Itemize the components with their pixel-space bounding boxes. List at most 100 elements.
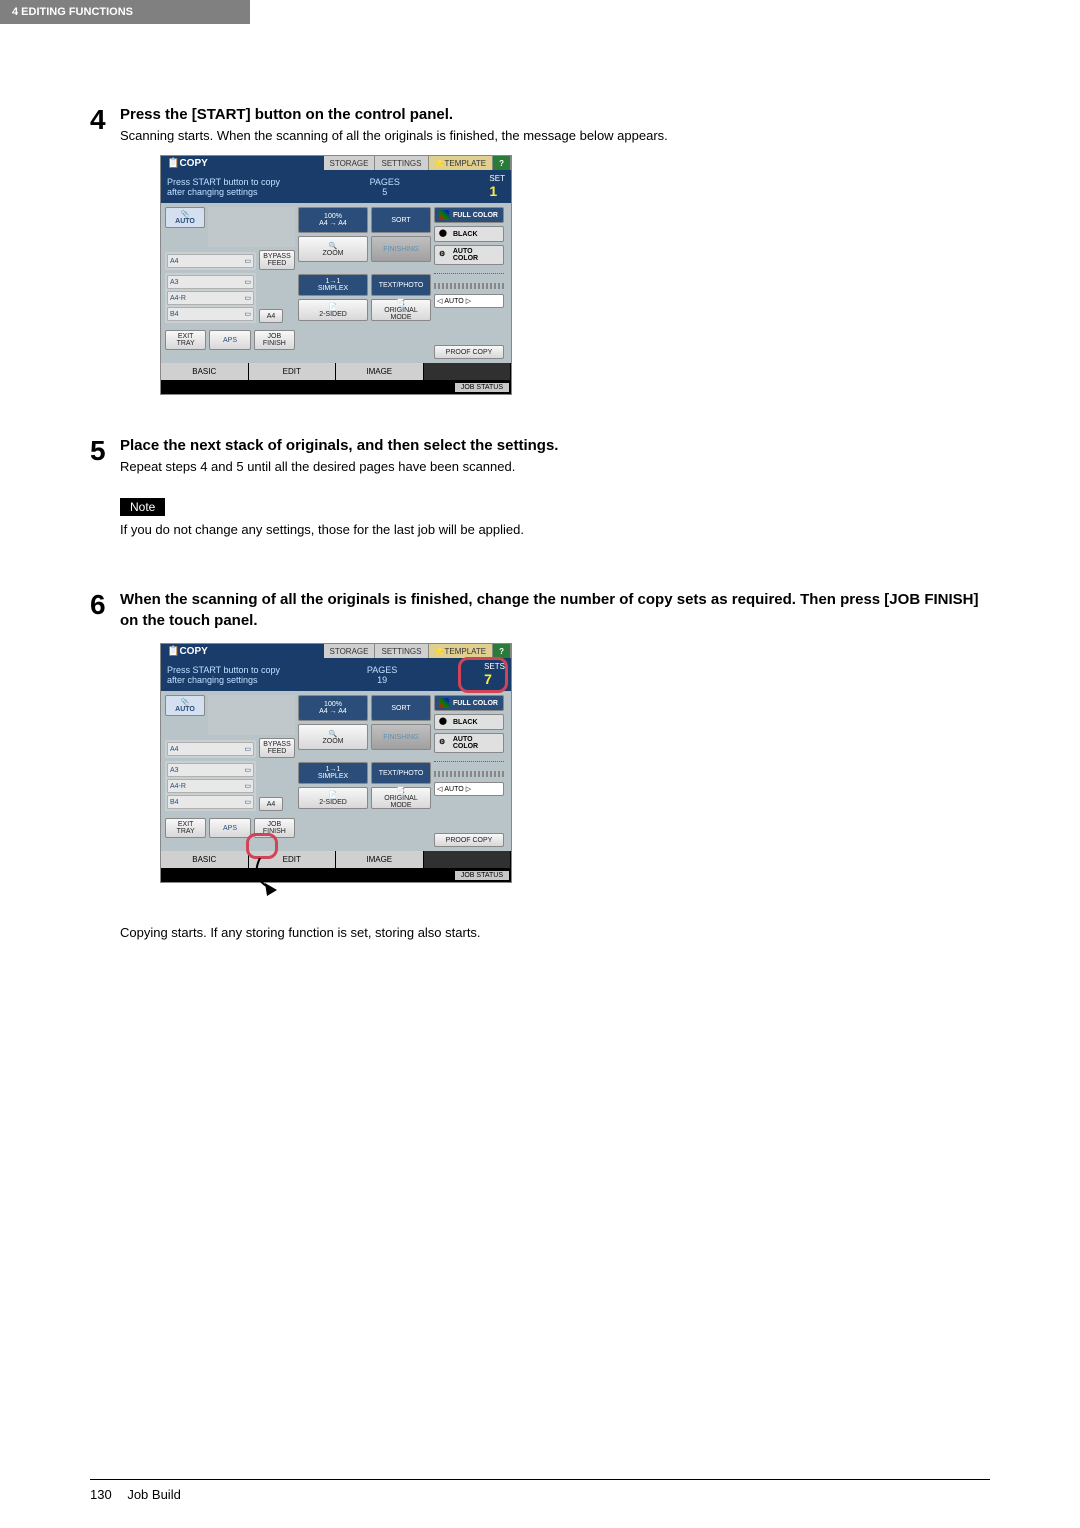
- exit-tray-button[interactable]: EXIT TRAY: [165, 330, 206, 350]
- original-mode-button[interactable]: 📑ORIGINAL MODE: [371, 299, 431, 321]
- tray-a4-small[interactable]: A4: [259, 797, 283, 811]
- step-text: Repeat steps 4 and 5 until all the desir…: [120, 459, 990, 474]
- simplex-display: 1→1 SIMPLEX: [298, 762, 368, 784]
- bottom-tab-edit[interactable]: EDIT: [249, 363, 337, 380]
- copier-panel-screenshot-1: 📋 COPY STORAGE SETTINGS ⭐TEMPLATE ? Pres…: [160, 155, 512, 395]
- set-indicator: SET 1: [489, 174, 505, 199]
- tab-copy-label: COPY: [179, 158, 207, 169]
- aps-button[interactable]: APS: [209, 330, 250, 350]
- tab-template-label: TEMPLATE: [444, 159, 486, 168]
- tab-storage[interactable]: STORAGE: [324, 156, 376, 170]
- tab-copy-label: COPY: [179, 646, 207, 657]
- tab-template-label: TEMPLATE: [444, 647, 486, 656]
- page-footer: 130 Job Build: [90, 1487, 181, 1502]
- density-auto[interactable]: ◁ AUTO ▷: [434, 782, 504, 796]
- highlight-job-finish: [246, 833, 278, 859]
- highlight-sets: [458, 657, 508, 693]
- step-number: 4: [90, 104, 120, 395]
- tray-a4[interactable]: A4▭: [167, 254, 254, 268]
- bottom-tab-image[interactable]: IMAGE: [336, 363, 424, 380]
- paper-preview: [208, 695, 295, 735]
- help-button[interactable]: ?: [493, 644, 511, 658]
- exit-tray-button[interactable]: EXIT TRAY: [165, 818, 206, 838]
- status-message: Press START button to copy after changin…: [167, 177, 280, 197]
- step-5: 5 Place the next stack of originals, and…: [90, 435, 990, 549]
- zoom-button[interactable]: 🔍ZOOM: [298, 236, 368, 262]
- note-text: If you do not change any settings, those…: [120, 522, 990, 537]
- step-after-text: Copying starts. If any storing function …: [120, 925, 990, 940]
- auto-color-button[interactable]: ⚙AUTO COLOR: [434, 733, 504, 753]
- zoom-display: 100% A4 → A4: [298, 695, 368, 721]
- step-4: 4 Press the [START] button on the contro…: [90, 104, 990, 395]
- step-heading: Press the [START] button on the control …: [120, 104, 990, 125]
- textphoto-display: TEXT/PHOTO: [371, 274, 431, 296]
- page-number: 130: [90, 1487, 112, 1502]
- sort-display: SORT: [371, 695, 431, 721]
- tab-settings[interactable]: SETTINGS: [375, 644, 428, 658]
- paper-preview: [208, 207, 295, 247]
- bottom-tab-image[interactable]: IMAGE: [336, 851, 424, 868]
- sort-display: SORT: [371, 207, 431, 233]
- bypass-feed-button[interactable]: BYPASS FEED: [259, 250, 295, 270]
- note-label: Note: [120, 498, 165, 516]
- tray-a4[interactable]: A4▭: [167, 742, 254, 756]
- proof-copy-button[interactable]: PROOF COPY: [434, 833, 504, 847]
- density-auto[interactable]: ◁ AUTO ▷: [434, 294, 504, 308]
- tab-template[interactable]: ⭐TEMPLATE: [429, 644, 494, 658]
- pages-indicator: PAGES 19: [367, 665, 397, 685]
- bottom-tab-empty: [424, 851, 512, 868]
- tray-a3[interactable]: A3▭: [167, 275, 254, 289]
- bottom-tab-basic[interactable]: BASIC: [161, 363, 249, 380]
- status-message: Press START button to copy after changin…: [167, 665, 280, 685]
- step-heading: When the scanning of all the originals i…: [120, 589, 990, 631]
- aps-button[interactable]: APS: [209, 818, 250, 838]
- job-status-button[interactable]: JOB STATUS: [455, 383, 509, 392]
- tray-a4-small[interactable]: A4: [259, 309, 283, 323]
- step-text: Scanning starts. When the scanning of al…: [120, 128, 990, 143]
- tab-settings[interactable]: SETTINGS: [375, 156, 428, 170]
- tray-a4r[interactable]: A4-R▭: [167, 779, 254, 793]
- tab-template[interactable]: ⭐TEMPLATE: [429, 156, 494, 170]
- tray-b4[interactable]: B4▭: [167, 795, 254, 809]
- 2sided-button[interactable]: 📄2-SIDED: [298, 787, 368, 809]
- full-color-button[interactable]: FULL COLOR: [434, 695, 504, 711]
- finishing-button[interactable]: FINISHING: [371, 724, 431, 750]
- simplex-display: 1→1 SIMPLEX: [298, 274, 368, 296]
- zoom-button[interactable]: 🔍ZOOM: [298, 724, 368, 750]
- job-finish-button[interactable]: JOB FINISH: [254, 330, 295, 350]
- auto-button[interactable]: 📎AUTO: [165, 207, 205, 228]
- auto-color-button[interactable]: ⚙AUTO COLOR: [434, 245, 504, 265]
- tray-a3[interactable]: A3▭: [167, 763, 254, 777]
- original-mode-button[interactable]: 📑ORIGINAL MODE: [371, 787, 431, 809]
- footer-rule: [90, 1479, 990, 1480]
- page-content: 4 Press the [START] button on the contro…: [0, 24, 1080, 952]
- 2sided-button[interactable]: 📄2-SIDED: [298, 299, 368, 321]
- step-number: 5: [90, 435, 120, 549]
- finishing-button[interactable]: FINISHING: [371, 236, 431, 262]
- tray-b4[interactable]: B4▭: [167, 307, 254, 321]
- arrow-icon: [245, 858, 295, 898]
- full-color-button[interactable]: FULL COLOR: [434, 207, 504, 223]
- black-button[interactable]: ⬤BLACK: [434, 714, 504, 730]
- proof-copy-button[interactable]: PROOF COPY: [434, 345, 504, 359]
- step-number: 6: [90, 589, 120, 952]
- zoom-display: 100% A4 → A4: [298, 207, 368, 233]
- step-heading: Place the next stack of originals, and t…: [120, 435, 990, 456]
- density-scale: [434, 771, 504, 777]
- black-button[interactable]: ⬤BLACK: [434, 226, 504, 242]
- bottom-tab-basic[interactable]: BASIC: [161, 851, 249, 868]
- auto-button[interactable]: 📎AUTO: [165, 695, 205, 716]
- job-status-button[interactable]: JOB STATUS: [455, 871, 509, 880]
- tab-storage[interactable]: STORAGE: [324, 644, 376, 658]
- textphoto-display: TEXT/PHOTO: [371, 762, 431, 784]
- step-6: 6 When the scanning of all the originals…: [90, 589, 990, 952]
- footer-title: Job Build: [127, 1487, 180, 1502]
- density-scale: [434, 283, 504, 289]
- tab-copy[interactable]: 📋 COPY: [161, 156, 324, 170]
- help-button[interactable]: ?: [493, 156, 511, 170]
- section-header: 4 EDITING FUNCTIONS: [0, 0, 250, 24]
- tray-a4r[interactable]: A4-R▭: [167, 291, 254, 305]
- bottom-tab-empty: [424, 363, 512, 380]
- bypass-feed-button[interactable]: BYPASS FEED: [259, 738, 295, 758]
- tab-copy[interactable]: 📋 COPY: [161, 644, 324, 658]
